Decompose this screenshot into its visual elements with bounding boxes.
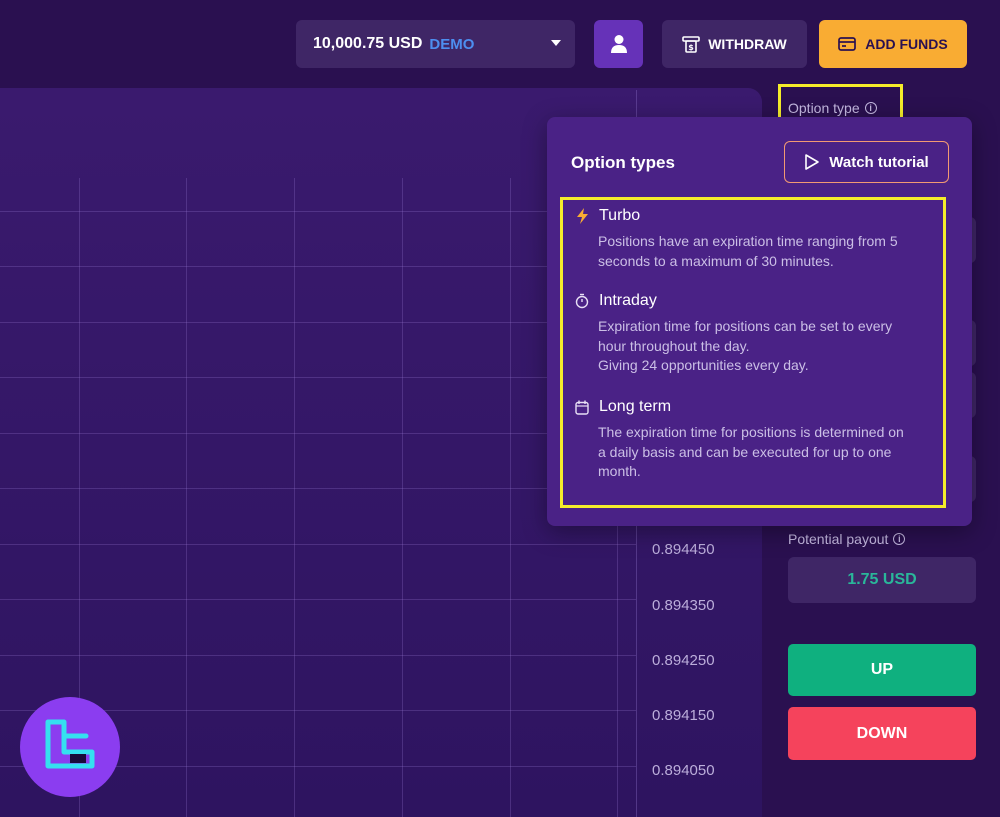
- grid-line: [0, 211, 636, 212]
- watch-tutorial-label: Watch tutorial: [829, 153, 929, 171]
- grid-line: [0, 488, 636, 489]
- svg-text:$: $: [688, 43, 694, 52]
- withdraw-label: WITHDRAW: [708, 36, 787, 52]
- withdraw-button[interactable]: $ WITHDRAW: [662, 20, 807, 68]
- up-button[interactable]: UP: [788, 644, 976, 696]
- account-mode-badge: DEMO: [429, 35, 475, 53]
- user-icon: [610, 35, 627, 53]
- wallet-icon: [838, 37, 857, 51]
- potential-payout-label: Potential payout i: [788, 531, 906, 547]
- brand-logo: [20, 697, 120, 797]
- grid-line: [0, 266, 636, 267]
- balance-amount: 10,000.75 USD: [313, 35, 423, 52]
- grid-line: [0, 322, 636, 323]
- grid-line: [186, 178, 187, 817]
- chevron-down-icon: [551, 40, 561, 46]
- highlight-box: [560, 197, 946, 508]
- price-axis-label: 0.894250: [652, 652, 715, 669]
- grid-line: [0, 377, 636, 378]
- price-axis-label: 0.894350: [652, 597, 715, 614]
- info-icon[interactable]: i: [893, 533, 906, 545]
- watch-tutorial-button[interactable]: Watch tutorial: [784, 141, 949, 183]
- down-button[interactable]: DOWN: [788, 707, 976, 760]
- add-funds-label: ADD FUNDS: [865, 36, 948, 52]
- price-axis-label: 0.894450: [652, 541, 715, 558]
- grid-line: [0, 433, 636, 434]
- potential-payout-text: Potential payout: [788, 531, 889, 547]
- play-icon: [805, 154, 820, 170]
- withdraw-icon: $: [682, 36, 701, 53]
- popup-title: Option types: [571, 153, 675, 172]
- grid-line: [0, 655, 636, 656]
- logo-mark-icon: [45, 719, 95, 769]
- grid-line: [0, 599, 636, 600]
- grid-line: [0, 544, 636, 545]
- grid-line: [402, 178, 403, 817]
- grid-line: [510, 178, 511, 817]
- add-funds-button[interactable]: ADD FUNDS: [819, 20, 967, 68]
- potential-payout-value: 1.75 USD: [788, 557, 976, 603]
- grid-line: [294, 178, 295, 817]
- account-balance-selector[interactable]: 10,000.75 USD DEMO: [296, 20, 575, 68]
- profile-button[interactable]: [594, 20, 643, 68]
- price-axis-label: 0.894150: [652, 707, 715, 724]
- price-axis-label: 0.894050: [652, 762, 715, 779]
